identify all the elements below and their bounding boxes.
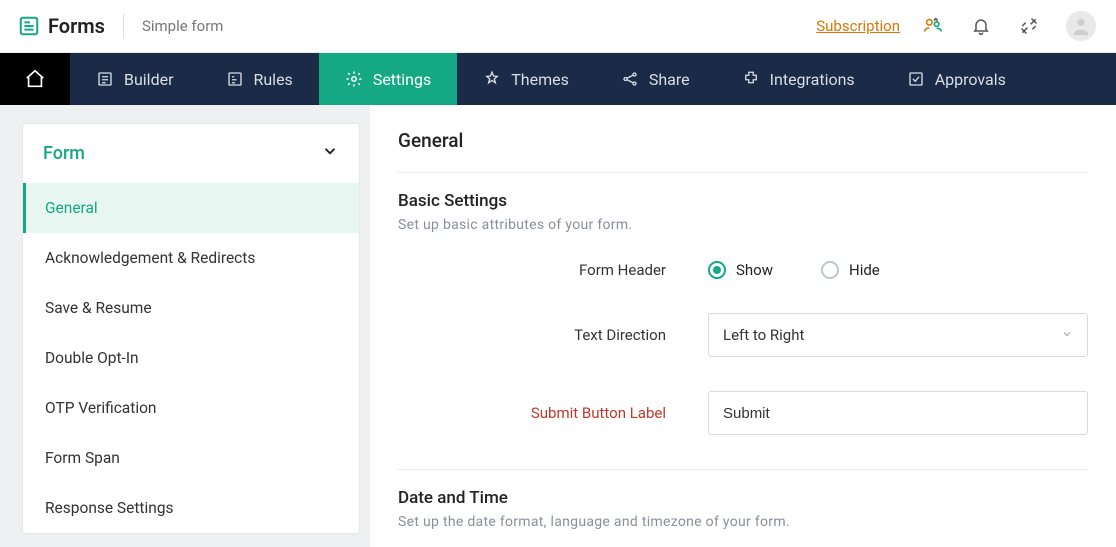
page-title: General (398, 129, 1088, 173)
tools-icon[interactable] (1018, 15, 1040, 37)
section-subtitle: Set up the date format, language and tim… (398, 514, 1088, 530)
builder-icon (96, 70, 114, 88)
sidebar-item-double-optin[interactable]: Double Opt-In (23, 333, 359, 383)
user-switch-icon[interactable] (922, 15, 944, 37)
sidebar-item-label: Acknowledgement & Redirects (45, 249, 255, 267)
sidebar-item-label: OTP Verification (45, 399, 156, 417)
sidebar-item-label: Double Opt-In (45, 349, 139, 367)
main-panel: General Basic Settings Set up basic attr… (370, 105, 1116, 547)
settings-icon (345, 70, 363, 88)
section-datetime: Date and Time Set up the date format, la… (398, 470, 1088, 530)
radio-label: Show (736, 261, 773, 279)
radio-dot-icon (821, 261, 839, 279)
content-body: Form General Acknowledgement & Redirects… (0, 105, 1116, 547)
nav-label: Share (649, 70, 690, 89)
nav-builder[interactable]: Builder (70, 53, 200, 105)
sidebar-item-general[interactable]: General (23, 183, 359, 233)
nav-themes[interactable]: Themes (457, 53, 595, 105)
form-header-radio-group: Show Hide (708, 261, 880, 279)
row-submit-label: Submit Button Label (398, 391, 1088, 435)
avatar[interactable] (1066, 11, 1096, 41)
row-text-direction: Text Direction Left to Right (398, 313, 1088, 357)
approvals-icon (907, 70, 925, 88)
sidebar-item-label: Response Settings (45, 499, 174, 517)
nav-label: Settings (373, 70, 431, 89)
section-basic: Basic Settings Set up basic attributes o… (398, 173, 1088, 435)
sidebar-item-label: Form Span (45, 449, 120, 467)
integrations-icon (742, 70, 760, 88)
sidebar-item-ack-redirects[interactable]: Acknowledgement & Redirects (23, 233, 359, 283)
submit-label-input[interactable] (708, 391, 1088, 435)
sidebar-group-form[interactable]: Form (23, 124, 359, 183)
app-logo[interactable]: Forms (18, 14, 105, 38)
radio-show[interactable]: Show (708, 261, 773, 279)
nav-label: Themes (511, 70, 569, 89)
label-text-direction: Text Direction (398, 326, 708, 344)
sidebar-item-form-span[interactable]: Form Span (23, 433, 359, 483)
divider (123, 14, 124, 38)
nav-share[interactable]: Share (595, 53, 716, 105)
chevron-down-icon (321, 142, 339, 165)
radio-dot-icon (708, 261, 726, 279)
topbar: Forms Simple form Subscription (0, 0, 1116, 53)
subscription-link[interactable]: Subscription (816, 17, 900, 35)
label-form-header: Form Header (398, 261, 708, 279)
form-title: Simple form (142, 17, 223, 35)
nav-label: Approvals (935, 70, 1006, 89)
sidebar-item-response-settings[interactable]: Response Settings (23, 483, 359, 533)
section-subtitle: Set up basic attributes of your form. (398, 217, 1088, 233)
radio-hide[interactable]: Hide (821, 261, 880, 279)
nav-rules[interactable]: Rules (200, 53, 319, 105)
share-icon (621, 70, 639, 88)
chevron-down-icon (1061, 328, 1073, 343)
nav-integrations[interactable]: Integrations (716, 53, 881, 105)
sidebar-item-label: General (45, 199, 98, 217)
sidebar-group-label: Form (43, 143, 85, 164)
top-icons (922, 11, 1096, 41)
text-direction-select[interactable]: Left to Right (708, 313, 1088, 357)
sidebar-item-save-resume[interactable]: Save & Resume (23, 283, 359, 333)
nav-label: Builder (124, 70, 174, 89)
label-submit-button: Submit Button Label (398, 404, 708, 422)
section-title: Basic Settings (398, 191, 1088, 211)
section-title: Date and Time (398, 488, 1088, 508)
sidebar-item-label: Save & Resume (45, 299, 152, 317)
rules-icon (226, 70, 244, 88)
forms-logo-icon (18, 15, 40, 37)
radio-label: Hide (849, 261, 880, 279)
nav-label: Rules (254, 70, 293, 89)
main-nav: Builder Rules Settings Themes Share Inte… (0, 53, 1116, 105)
bell-icon[interactable] (970, 15, 992, 37)
themes-icon (483, 70, 501, 88)
app-name: Forms (48, 14, 105, 38)
nav-label: Integrations (770, 70, 855, 89)
nav-settings[interactable]: Settings (319, 53, 457, 105)
select-value: Left to Right (723, 326, 804, 344)
sidebar-wrap: Form General Acknowledgement & Redirects… (0, 105, 370, 547)
settings-sidebar: Form General Acknowledgement & Redirects… (22, 123, 360, 534)
row-form-header: Form Header Show Hide (398, 261, 1088, 279)
nav-approvals[interactable]: Approvals (881, 53, 1032, 105)
sidebar-item-otp[interactable]: OTP Verification (23, 383, 359, 433)
nav-home[interactable] (0, 53, 70, 105)
